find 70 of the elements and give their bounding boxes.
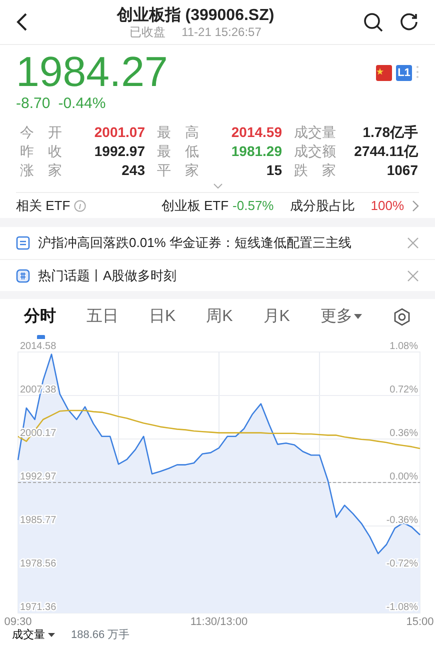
close-icon[interactable] (407, 270, 419, 282)
stat-value: 1992.97 (94, 142, 145, 161)
chart-tab[interactable]: 月K (263, 305, 290, 329)
price-axis-label: 2014.58 (20, 341, 56, 352)
volume-selector[interactable]: 成交量 (12, 629, 55, 641)
expand-chevron-icon[interactable] (212, 183, 222, 189)
update-time: 11-21 15:26:57 (182, 24, 262, 38)
percent-axis-label: -0.36% (386, 514, 418, 526)
stat-value: 1981.29 (231, 142, 282, 161)
percent-axis-label: -0.72% (386, 558, 418, 570)
stat-label: 成交额 (294, 142, 336, 161)
percent-axis-label: -1.08% (386, 602, 418, 613)
etf-fund-name[interactable]: 创业板 ETF (161, 196, 229, 216)
news-headline[interactable]: 热门话题丨A股做多时刻 (38, 266, 399, 286)
info-icon[interactable] (74, 200, 86, 212)
percent-axis-label: 1.08% (390, 341, 418, 352)
etf-label: 相关 ETF (16, 196, 70, 215)
back-icon[interactable] (16, 12, 28, 32)
time-axis-label: 15:00 (406, 616, 434, 628)
ratio-value: 100% (370, 196, 404, 215)
ratio-label: 成分股占比 (290, 196, 355, 215)
stat-label: 跌 家 (294, 161, 336, 180)
stat-value: 2001.07 (94, 123, 145, 142)
stat-label: 最 低 (157, 142, 199, 161)
chevron-right-icon[interactable] (412, 200, 419, 212)
stat-label: 涨 家 (20, 161, 62, 180)
time-axis-label: 11:30/13:00 (190, 616, 248, 628)
percent-axis-label: 0.00% (390, 472, 418, 482)
percent-axis-label: 0.72% (390, 384, 418, 396)
article-icon (16, 236, 30, 250)
price-axis-label: 1992.97 (20, 472, 56, 482)
chart-tab[interactable]: 日K (148, 305, 176, 329)
stat-label: 最 高 (157, 123, 199, 142)
stat-label: 成交量 (294, 123, 336, 142)
stat-label: 今 开 (20, 123, 62, 142)
price-axis-label: 1971.36 (20, 602, 56, 613)
price-axis-label: 1978.56 (20, 558, 56, 570)
stat-label: 昨 收 (20, 142, 62, 161)
chart-tab[interactable]: 五日 (86, 305, 118, 329)
settings-icon[interactable] (392, 308, 411, 326)
chart-tab[interactable]: 分时 (24, 305, 56, 329)
stat-value: 1067 (386, 161, 418, 180)
etf-change: -0.57% (232, 196, 274, 215)
stat-value: 1.78亿手 (362, 123, 418, 142)
stat-value: 15 (266, 161, 282, 180)
refresh-icon[interactable] (399, 12, 419, 32)
more-icon[interactable] (416, 65, 419, 79)
news-headline[interactable]: 沪指冲高回落跌0.01% 华金证券：短线逢低配置三主线 (38, 233, 399, 253)
level-badge: L1 (396, 65, 412, 81)
flag-icon (376, 65, 392, 81)
search-icon[interactable] (363, 12, 383, 32)
percent-axis-label: 0.36% (390, 428, 418, 440)
stat-value: 2014.59 (231, 123, 282, 142)
caret-icon (48, 633, 55, 637)
page-title: 创业板指 (399006.SZ) (116, 6, 276, 24)
price-axis-label: 1985.77 (20, 514, 56, 526)
price-change: -8.70 (16, 95, 50, 113)
stat-value: 2744.11亿 (354, 142, 418, 161)
volume-value: 188.66 万手 (71, 629, 130, 641)
market-status: 已收盘 (130, 24, 166, 38)
percent-change: -0.44% (58, 95, 106, 113)
time-axis-label: 09:30 (4, 616, 32, 628)
chart-tab[interactable]: 更多 (320, 305, 362, 329)
index-price: 1984.27 (16, 49, 168, 95)
caret-icon (354, 314, 362, 320)
stat-label: 平 家 (157, 161, 199, 180)
close-icon[interactable] (407, 237, 419, 249)
stat-value: 243 (122, 161, 145, 180)
chart-tab[interactable]: 周K (206, 305, 233, 329)
topic-icon (16, 268, 30, 282)
